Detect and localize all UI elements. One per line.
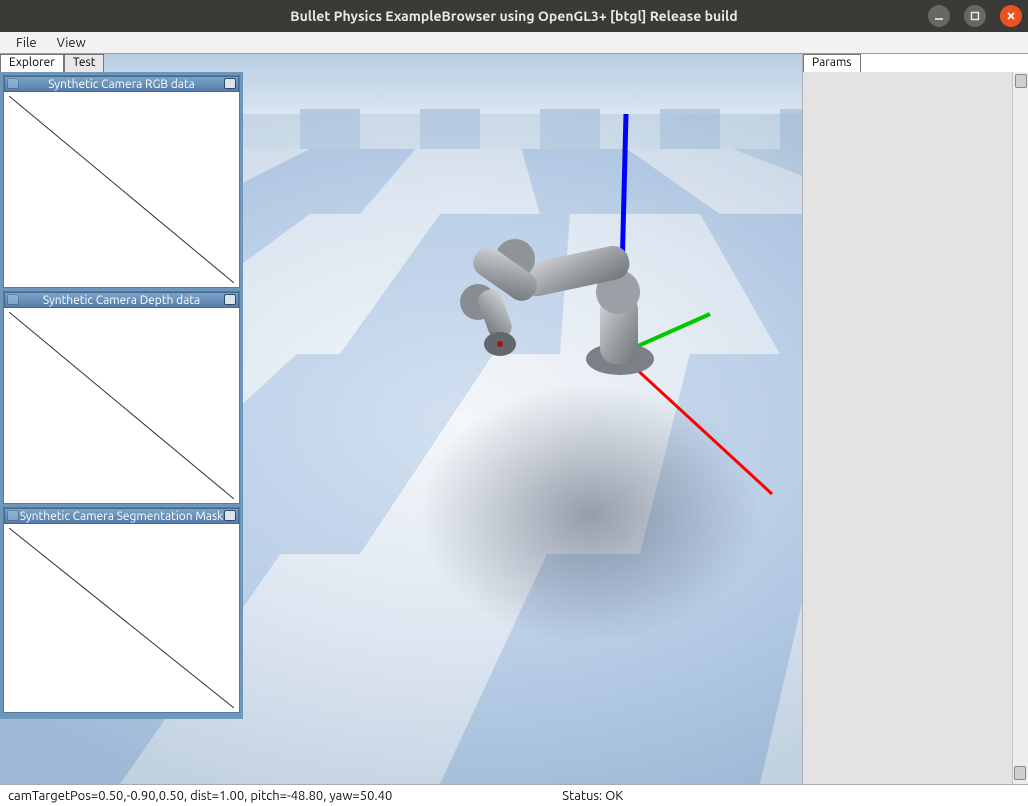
params-scrollbar[interactable] bbox=[1012, 72, 1028, 784]
minimize-button[interactable] bbox=[928, 5, 950, 27]
camera-panel-depth[interactable]: Synthetic Camera Depth data bbox=[3, 291, 240, 504]
right-panel: Params bbox=[802, 54, 1028, 784]
close-button[interactable] bbox=[1000, 5, 1022, 27]
status-camera-info: camTargetPos=0.50,-0.90,0.50, dist=1.00,… bbox=[8, 789, 392, 803]
maximize-button[interactable] bbox=[964, 5, 986, 27]
window-title: Bullet Physics ExampleBrowser using Open… bbox=[0, 8, 1028, 24]
scrollbar-up-icon[interactable] bbox=[1015, 74, 1027, 88]
scrollbar-down-icon[interactable] bbox=[1014, 766, 1026, 780]
menu-view[interactable]: View bbox=[47, 34, 96, 52]
camera-panel-depth-title: Synthetic Camera Depth data bbox=[43, 294, 200, 307]
minimize-icon[interactable] bbox=[224, 294, 236, 305]
menubar: File View bbox=[0, 32, 1028, 54]
statusbar: camTargetPos=0.50,-0.90,0.50, dist=1.00,… bbox=[0, 784, 1028, 806]
window-titlebar: Bullet Physics ExampleBrowser using Open… bbox=[0, 0, 1028, 32]
left-panel: Explorer Test Synthetic Camera RGB data … bbox=[0, 54, 243, 719]
status-text: Status: OK bbox=[562, 789, 623, 803]
workspace: Explorer Test Synthetic Camera RGB data … bbox=[0, 54, 1028, 784]
camera-panel-segmask-title: Synthetic Camera Segmentation Mask bbox=[20, 510, 224, 523]
tab-test[interactable]: Test bbox=[64, 54, 105, 72]
tab-explorer[interactable]: Explorer bbox=[0, 54, 64, 72]
camera-panel-segmask[interactable]: Synthetic Camera Segmentation Mask bbox=[3, 507, 240, 713]
tab-params[interactable]: Params bbox=[803, 54, 861, 72]
minimize-icon[interactable] bbox=[224, 78, 236, 89]
camera-panel-rgb[interactable]: Synthetic Camera RGB data bbox=[3, 75, 240, 288]
camera-panel-rgb-title: Synthetic Camera RGB data bbox=[48, 78, 195, 91]
menu-file[interactable]: File bbox=[6, 34, 47, 52]
minimize-icon[interactable] bbox=[224, 510, 236, 521]
